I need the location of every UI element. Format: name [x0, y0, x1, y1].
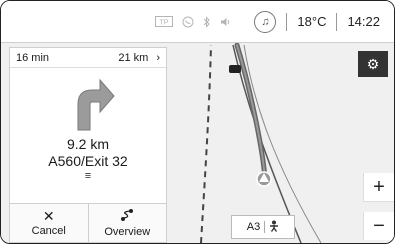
bluetooth-icon [203, 15, 211, 28]
chevron-right-icon: › [156, 51, 160, 64]
guidance-panel: 16 min 21 km › 9.2 km A560/Exit 32 ≡ ✕ C… [9, 47, 167, 243]
overview-label: Overview [104, 226, 151, 238]
route-summary[interactable]: 16 min 21 km › [10, 48, 166, 68]
cancel-label: Cancel [31, 225, 66, 237]
clock: 14:22 [347, 14, 380, 29]
settings-button[interactable]: ⚙ [358, 51, 388, 77]
maneuver-road: A560/Exit 32 [48, 153, 128, 169]
cancel-button[interactable]: ✕ Cancel [10, 204, 88, 242]
road-sign-divider [264, 221, 266, 233]
status-bar: TP ♫ 18°C 14:22 [1, 1, 394, 43]
list-icon[interactable]: ≡ [10, 170, 166, 182]
phone-icon [182, 16, 194, 28]
temperature: 18°C [297, 14, 327, 29]
road-sign: A3 [231, 215, 295, 239]
map-marker-icon [229, 65, 241, 73]
route-overview-icon [120, 208, 134, 224]
overview-button[interactable]: Overview [87, 204, 167, 242]
svg-text:TP: TP [160, 20, 169, 27]
road-sign-label: A3 [246, 221, 261, 233]
gear-icon: ⚙ [366, 55, 380, 72]
status-divider [336, 12, 338, 31]
close-icon: ✕ [42, 208, 55, 224]
tp-icon: TP [155, 16, 174, 27]
infotainment-screen: TP ♫ 18°C 14:22 16 min 21 km › 9.2 km A5… [0, 0, 395, 244]
maneuver-arrow-icon [10, 74, 166, 132]
remaining-time: 16 min [16, 51, 50, 64]
music-note-icon[interactable]: ♫ [254, 10, 277, 33]
vehicle-position-icon [256, 171, 272, 187]
guidance-buttons: ✕ Cancel Overview [10, 203, 166, 242]
zoom-in-button[interactable]: + [363, 173, 394, 202]
maneuver-distance: 9.2 km [66, 136, 109, 152]
remaining-distance: 21 km [118, 51, 149, 64]
person-icon [269, 220, 279, 235]
zoom-out-button[interactable]: − [363, 212, 394, 240]
volume-icon [220, 16, 232, 28]
status-divider [286, 12, 288, 31]
